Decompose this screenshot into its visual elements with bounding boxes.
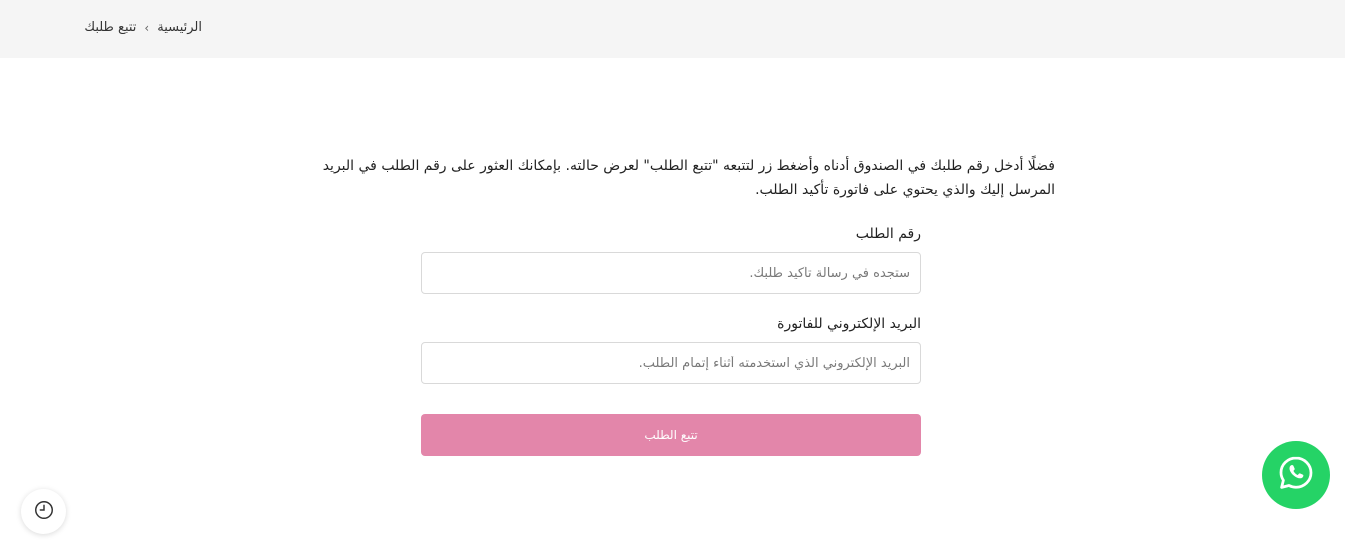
breadcrumb-bar: الرئيسية › تتبع طلبك — [0, 0, 1345, 58]
whatsapp-button[interactable] — [1262, 441, 1330, 509]
billing-email-input[interactable] — [421, 342, 921, 384]
breadcrumb-separator: › — [144, 20, 150, 35]
order-number-input[interactable] — [421, 252, 921, 294]
intro-text: فضلًا أدخل رقم طلبك في الصندوق أدناه وأض… — [322, 158, 1055, 198]
order-number-label: رقم الطلب — [855, 226, 921, 242]
breadcrumb-home-link[interactable]: الرئيسية — [157, 20, 202, 35]
billing-email-label: البريد الإلكتروني للفاتورة — [777, 316, 921, 332]
track-order-form: رقم الطلب البريد الإلكتروني للفاتورة تتب… — [421, 226, 921, 456]
breadcrumb-current: تتبع طلبك — [84, 20, 137, 35]
order-number-group: رقم الطلب — [421, 226, 921, 294]
billing-email-group: البريد الإلكتروني للفاتورة — [421, 316, 921, 384]
breadcrumb: الرئيسية › تتبع طلبك — [84, 20, 202, 35]
whatsapp-icon — [1276, 453, 1316, 497]
history-button[interactable] — [21, 489, 66, 534]
track-order-button[interactable]: تتبع الطلب — [421, 414, 921, 456]
clock-history-icon — [33, 499, 55, 525]
